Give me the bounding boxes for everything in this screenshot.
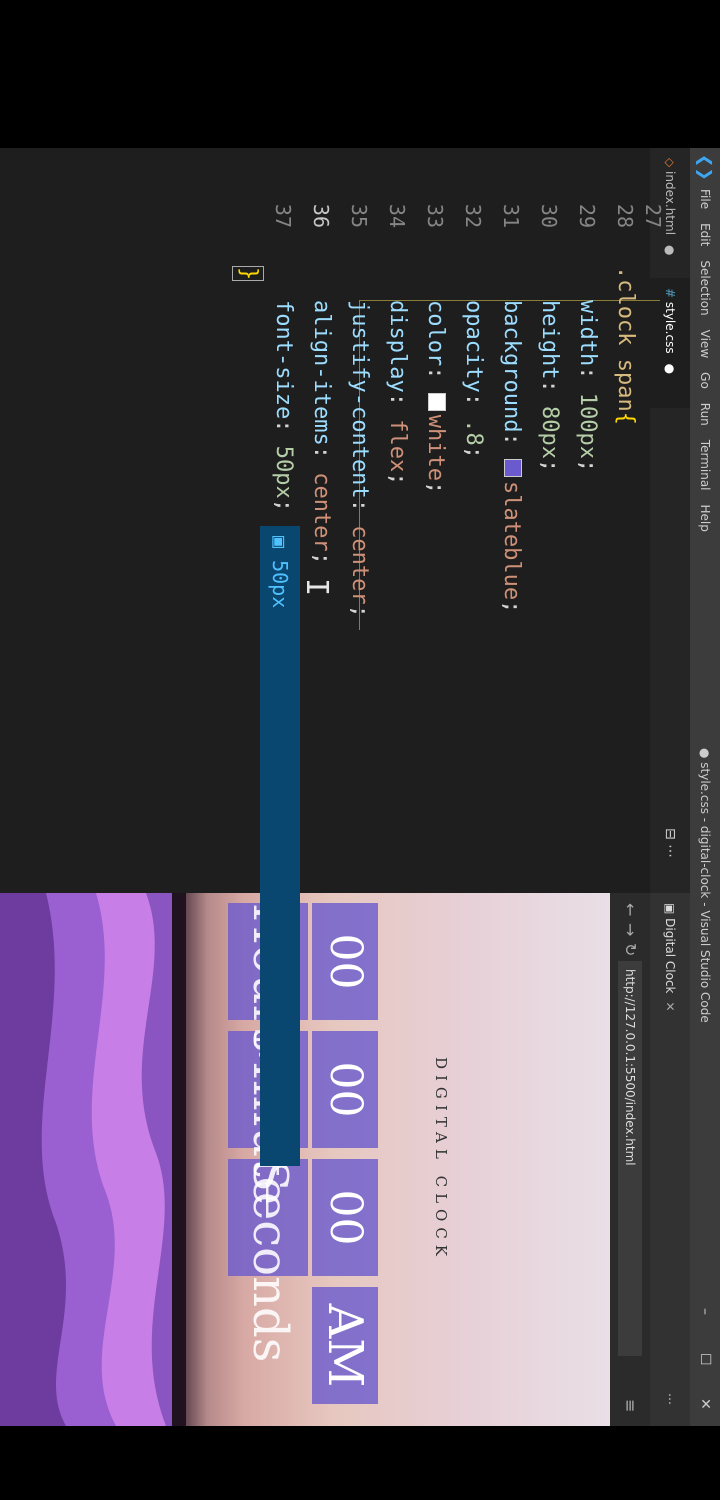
code-line: justify-content: center;	[347, 300, 372, 618]
forward-icon[interactable]: →	[610, 923, 650, 936]
seconds-label: Seconds	[242, 1159, 298, 1363]
css-value: 100px	[575, 392, 600, 459]
menu-bar: File Edit Selection View Go Run Terminal…	[690, 182, 720, 539]
code-editor[interactable]: 27 28 29 30 31 32 33 34 35 36 37 .clock …	[0, 148, 665, 893]
line-number: 35	[347, 203, 371, 228]
menu-edit[interactable]: Edit	[690, 216, 720, 253]
line-number: 29	[575, 203, 599, 228]
menu-terminal[interactable]: Terminal	[690, 433, 720, 498]
menu-file[interactable]: File	[690, 182, 720, 216]
code-line: height: 80px;	[537, 300, 562, 473]
browser-tab[interactable]: ▣ Digital Clock ✕	[650, 903, 690, 1012]
css-value: flex	[385, 419, 410, 473]
browser-tab-bar: ▣ Digital Clock ✕ ⋯	[650, 893, 690, 1426]
clock-hours: 00	[312, 903, 378, 1020]
maximize-button[interactable]: ☐	[690, 1353, 720, 1366]
browser-preview: ▣ Digital Clock ✕ ⋯ ← → ↻ http://127.0.0.…	[0, 893, 690, 1426]
vscode-logo-icon: ❮❯	[696, 154, 715, 181]
line-number: 31	[499, 203, 523, 228]
suggestion-item-icon: ▣	[268, 536, 292, 561]
suggestion-item[interactable]: 50px	[268, 560, 292, 608]
css-value: white	[423, 414, 448, 481]
color-swatch-icon[interactable]	[504, 458, 522, 477]
title-bar: ❮❯ File Edit Selection View Go Run Termi…	[690, 148, 720, 1426]
menu-help[interactable]: Help	[690, 498, 720, 539]
line-number: 34	[385, 203, 409, 228]
code-line: color: white;	[423, 300, 448, 495]
css-selector: .clock span	[613, 266, 638, 412]
clock-seconds: 00	[312, 1159, 378, 1276]
css-value: 50px	[271, 445, 296, 499]
menu-run[interactable]: Run	[690, 396, 720, 433]
page-viewport: DIGITAL CLOCK 00 00 00 AM Hours Minute S…	[0, 893, 610, 1426]
open-brace: {	[613, 411, 638, 425]
css-property: justify-content	[347, 300, 372, 499]
css-property: color	[423, 300, 448, 367]
css-property: opacity	[461, 300, 486, 393]
clock-ampm: AM	[312, 1287, 378, 1404]
color-swatch-icon[interactable]	[428, 392, 446, 411]
code-line: align-items: center;	[309, 300, 334, 565]
close-brace: }	[236, 267, 261, 281]
css-value: center	[347, 525, 372, 605]
letterbox-bottom	[0, 1426, 720, 1500]
css-value: 80px	[537, 405, 562, 459]
window-title: ● style.css - digital-clock - Visual Stu…	[698, 748, 712, 1023]
line-number: 32	[461, 203, 485, 228]
modified-dot-icon: ●	[663, 363, 677, 375]
code-line: width: 100px;	[575, 300, 600, 473]
line-number: 28	[613, 203, 637, 228]
suggestion-widget[interactable]: ▣ 50px	[260, 526, 300, 1166]
line-number: 30	[537, 203, 561, 228]
menu-go[interactable]: Go	[690, 365, 720, 396]
css-property: background	[499, 300, 524, 433]
css-property: height	[537, 300, 562, 380]
code-line: opacity: .8;	[461, 300, 486, 459]
letterbox-top	[0, 0, 720, 148]
editor-tabs: ◇ index.html● # style.css●	[650, 148, 690, 893]
css-file-icon: #	[663, 288, 677, 302]
text-cursor-icon: I	[299, 578, 334, 597]
menu-selection[interactable]: Selection	[690, 253, 720, 322]
css-value: .8	[461, 419, 486, 446]
line-number: 37	[271, 203, 295, 228]
page-icon: ▣	[663, 903, 677, 919]
back-icon[interactable]: ←	[610, 903, 650, 916]
close-tab-icon[interactable]: ✕	[663, 1002, 677, 1012]
more-actions-icon[interactable]: ⋯	[650, 1393, 690, 1405]
code-line: background: slateblue;	[499, 300, 524, 614]
css-value: center	[309, 472, 334, 552]
css-property: font-size	[271, 300, 296, 420]
clock-row: 00 00 00 AM	[312, 903, 378, 1423]
browser-nav: ← → ↻ http://127.0.0.1:5500/index.html ≡	[610, 893, 650, 1426]
css-property: width	[575, 300, 600, 367]
close-window-button[interactable]: ✕	[690, 1398, 720, 1410]
rotated-screen: ❮❯ File Edit Selection View Go Run Termi…	[0, 148, 720, 1426]
editor-actions[interactable]: ⊟ ⋯	[650, 828, 690, 858]
background-landscape	[0, 893, 186, 1426]
code-line: .clock span{	[606, 266, 644, 425]
css-property: display	[385, 300, 410, 393]
minimize-button[interactable]: –	[690, 1308, 720, 1315]
line-number: 33	[423, 203, 447, 228]
tab-label: style.css	[663, 301, 677, 354]
tab-style-css[interactable]: # style.css ●	[650, 278, 690, 408]
clock-minutes: 00	[312, 1031, 378, 1148]
code-line: }	[232, 266, 264, 282]
browser-tab-label: Digital Clock	[663, 918, 677, 994]
code-line: display: flex;	[385, 300, 410, 486]
code-line: font-size: 50px;	[271, 300, 296, 512]
line-number-current: 36	[309, 203, 333, 228]
reload-icon[interactable]: ↻	[610, 943, 650, 956]
menu-icon[interactable]: ≡	[610, 1399, 650, 1412]
menu-view[interactable]: View	[690, 323, 720, 365]
css-value: slateblue	[499, 480, 524, 601]
url-field[interactable]: http://127.0.0.1:5500/index.html	[618, 961, 642, 1356]
page-title: DIGITAL CLOCK	[432, 1056, 450, 1263]
css-property: align-items	[309, 300, 334, 446]
